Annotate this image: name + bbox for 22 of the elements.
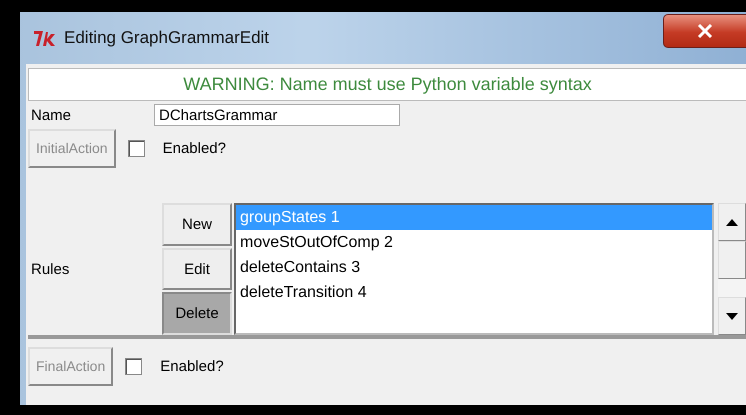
scroll-up-button[interactable] <box>718 203 746 241</box>
feather-logo-icon <box>32 28 58 48</box>
rule-button[interactable]: Edit <box>162 248 232 290</box>
rule-button[interactable]: New <box>162 203 232 246</box>
scrollbar[interactable] <box>718 203 746 335</box>
list-item[interactable]: deleteContains 3 <box>236 255 712 280</box>
list-item[interactable]: moveStOutOfComp 2 <box>236 230 712 255</box>
close-button[interactable] <box>663 14 746 48</box>
warning-banner: WARNING: Name must use Python variable syntax <box>28 68 746 101</box>
name-label: Name <box>30 106 72 124</box>
list-item[interactable]: deleteTransition 4 <box>236 280 712 305</box>
scroll-down-button[interactable] <box>718 297 746 335</box>
checkbox-label: Enabled? <box>162 140 226 156</box>
scroll-thumb[interactable] <box>718 241 746 279</box>
checkbox-label: Enabled? <box>160 358 224 374</box>
up-arrow-icon <box>726 218 738 226</box>
name-field[interactable]: DChartsGrammar <box>154 104 400 126</box>
window-title: Editing GraphGrammarEdit <box>64 28 270 48</box>
close-icon <box>697 24 713 38</box>
rules-label: Rules <box>30 260 70 280</box>
rule-button[interactable]: Delete <box>162 292 232 336</box>
down-arrow-icon <box>726 312 738 320</box>
